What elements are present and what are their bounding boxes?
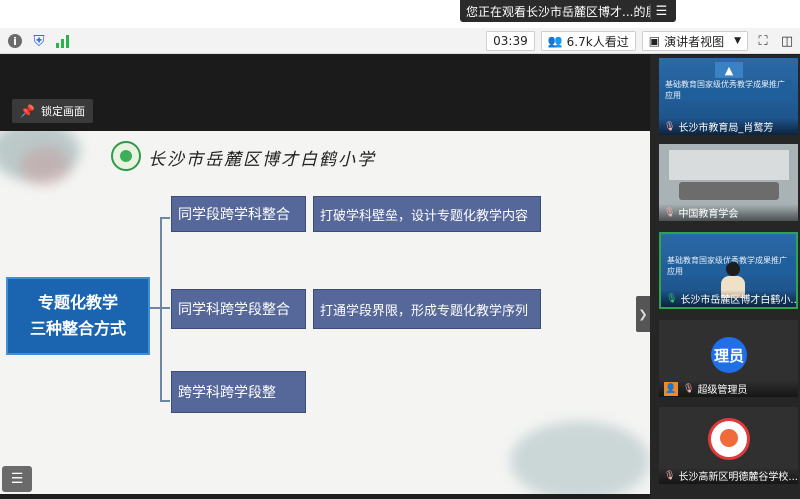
shared-screen-top-margin [0,55,650,131]
viewer-count-text: 6.7k人看过 [566,34,629,49]
mic-muted-icon: 🎙 [664,470,676,481]
method-box-1: 同学段跨学科整合 [171,196,306,232]
meeting-toolbar: i ⛨ 03:39 👥 6.7k人看过 ▣ 演讲者视图 ▼ ⛶ ◫ [0,28,800,54]
main-title-line1: 专题化教学 [37,293,118,312]
method-desc-1: 打破学科壁垒，设计专题化教学内容 [313,196,541,232]
bracket-branch-1 [160,217,170,219]
meeting-timer: 03:39 [486,31,535,51]
slide-decoration-flower [20,146,70,186]
bracket-branch-3 [160,400,170,402]
lock-view-label: 锁定画面 [40,105,85,118]
school-logo [111,141,141,171]
participant-tile[interactable]: 理员 👤 🎙 超级管理员 [659,320,798,397]
participant-tile[interactable]: 🎙 中国教育学会 [659,144,798,221]
participant-name: 超级管理员 [697,385,748,396]
avatar [708,418,750,460]
list-icon[interactable]: ☰ [2,466,32,492]
view-mode-dropdown[interactable]: ▣ 演讲者视图 ▼ [641,31,748,51]
shared-slide: 长沙市岳麓区博才白鹤小学 专题化教学 三种整合方式 同学段跨学科整合 打破学科壁… [0,131,650,494]
participant-name: 长沙市岳麓区博才白鹤小... [680,295,796,306]
participant-name: 中国教育学会 [678,209,739,220]
shield-icon[interactable]: ⛨ [30,32,48,50]
mic-on-icon: 🎙 [666,293,678,304]
participant-label: 👤 🎙 超级管理员 [659,380,798,397]
host-icon: 👤 [664,381,678,396]
participant-tile[interactable]: ▲ 基础教育国家级优秀教学成果推广应用 🎙 长沙市教育局_肖鹜芳 [659,58,798,135]
participant-tile[interactable]: 🎙 长沙高新区明德麓谷学校... [659,407,798,484]
participant-label: 🎙 中国教育学会 [659,204,798,221]
view-mode-text: 演讲者视图 [664,34,725,49]
collapse-sidebar-button[interactable]: ❯ [636,296,650,332]
pin-icon: 📌 [20,104,35,118]
method-box-3: 跨学科跨学段整 [171,371,306,413]
avatar: 理员 [711,337,747,373]
school-name: 长沙市岳麓区博才白鹤小学 [148,150,376,170]
mic-muted-icon: 🎙 [683,383,695,394]
viewer-count-button[interactable]: 👥 6.7k人看过 [540,31,636,51]
main-title-line2: 三种整合方式 [29,319,126,338]
video-scene [669,150,789,180]
bracket-connector [150,307,160,309]
tile-slide-title: 基础教育国家级优秀教学成果推广应用 [665,80,792,100]
participant-name: 长沙市教育局_肖鹜芳 [678,123,774,134]
mic-muted-icon: 🎙 [664,121,676,132]
participant-tile-active[interactable]: 基础教育国家级优秀教学成果推广应用 🎙 长沙市岳麓区博才白鹤小... [659,232,798,309]
people-icon: 👥 [547,34,563,48]
participant-label: 🎙 长沙市岳麓区博才白鹤小... [661,290,796,307]
video-scene-table [679,182,779,200]
timer-text: 03:39 [493,34,528,48]
slide-decoration-corner [510,421,650,494]
toolbar-left-group: i ⛨ [8,32,69,50]
chevron-down-icon: ▼ [734,36,741,46]
main-topic-box: 专题化教学 三种整合方式 [6,277,150,355]
screen-share-banner: 您正在观看长沙市岳麓区博才...的屏幕 ☰ [460,0,676,22]
lock-view-button[interactable]: 📌 锁定画面 [12,99,93,123]
chevron-up-icon[interactable]: ▲ [715,62,743,78]
mic-muted-icon: 🎙 [664,207,676,218]
sidebar-icon[interactable]: ◫ [778,32,796,50]
toolbar-right-group: 03:39 👥 6.7k人看过 ▣ 演讲者视图 ▼ ⛶ ◫ [486,31,796,51]
share-banner-text: 您正在观看长沙市岳麓区博才...的屏幕 [466,4,650,19]
method-desc-2: 打通学段界限，形成专题化教学序列 [313,289,541,329]
participant-label: 🎙 长沙市教育局_肖鹜芳 [659,118,798,135]
participant-name: 长沙高新区明德麓谷学校... [678,472,798,483]
fullscreen-icon[interactable]: ⛶ [754,32,772,50]
info-icon[interactable]: i [8,34,22,48]
menu-icon[interactable]: ☰ [650,3,672,19]
bracket-vertical [160,217,162,402]
bracket-branch-2 [160,307,170,309]
window-top-bar [0,0,800,28]
method-box-2: 同学科跨学段整合 [171,289,306,329]
signal-icon[interactable] [56,34,69,48]
layout-icon: ▣ [648,34,661,48]
participant-label: 🎙 长沙高新区明德麓谷学校... [659,467,798,484]
